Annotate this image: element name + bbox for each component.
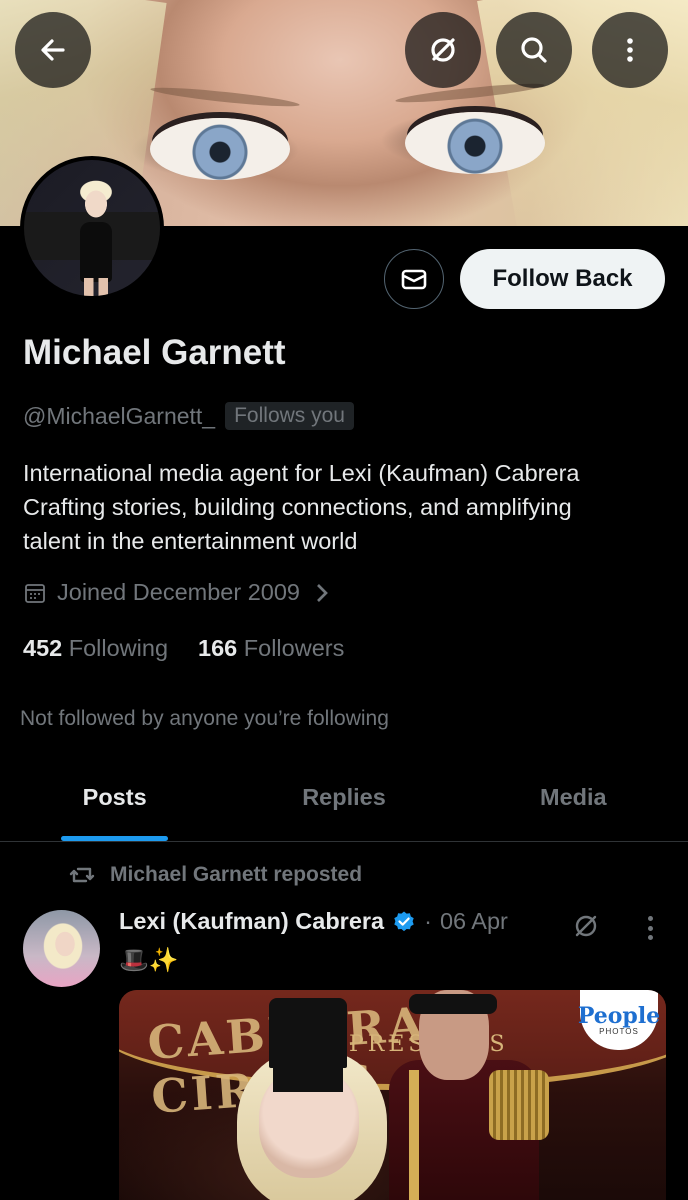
back-button[interactable] [15,12,91,88]
profile-avatar[interactable] [20,156,164,300]
banner-brow-left [149,84,301,110]
post-author-avatar[interactable] [23,910,100,987]
post-text: 🎩✨ [119,947,179,974]
dot [647,916,653,921]
joined-row[interactable]: Joined December 2009 [23,579,334,606]
follows-you-badge: Follows you [225,402,354,430]
chevron-right-icon [317,583,328,602]
more-button[interactable] [592,12,668,88]
search-button[interactable] [496,12,572,88]
active-tab-indicator [61,836,168,841]
banner-eye-left [150,118,290,180]
tab-label: Replies [302,784,386,810]
calendar-icon [25,583,45,603]
post-header: Lexi (Kaufman) Cabrera · 06 Apr [119,908,508,935]
repost-label: Michael Garnett reposted [110,863,363,886]
post-date[interactable]: 06 Apr [440,908,508,935]
repost-icon [69,867,95,883]
envelope-icon [401,269,427,290]
banner-eye-right [405,112,545,174]
avatar-legs [84,278,108,296]
bio-line: International media agent for Lexi (Kauf… [23,460,580,486]
profile-handle: @MichaelGarnett_ [23,402,216,429]
message-button[interactable] [384,249,444,309]
coat-trim [409,1070,419,1200]
followers-label: Followers [243,635,345,661]
post-media-image[interactable]: CABRERA CIRCUS PRESENTS People PHOTOS [119,990,666,1200]
bio-line: Crafting stories, building connections, … [23,494,572,520]
repost-header[interactable]: Michael Garnett reposted [68,861,362,889]
followers-stat[interactable]: 166 Followers [198,635,344,662]
photos-logo-text: PHOTOS [599,1026,639,1036]
dot [647,925,653,931]
grok-icon [431,38,455,62]
profile-name: Michael Garnett [23,333,286,372]
handle-row: @MichaelGarnett_ Follows you [23,402,354,430]
post-separator: · [424,908,432,934]
grok-icon [575,915,597,937]
tab-label: Media [540,784,607,810]
top-hat [269,998,347,1068]
people-logo-text: People [577,1002,661,1029]
profile-tabs: Posts Replies Media [0,770,688,842]
arrow-left-icon [41,39,65,61]
follow-back-button[interactable]: Follow Back [460,249,665,309]
tab-media[interactable]: Media [459,770,688,841]
followers-count: 166 [198,635,238,661]
follow-stats: 452 Following 166 Followers [23,635,344,662]
following-count: 452 [23,635,63,661]
following-label: Following [68,635,169,661]
search-icon [521,37,547,63]
mutual-followers-note: Not followed by anyone you’re following [20,707,389,730]
more-vertical-icon [627,38,633,62]
avatar-figure [80,222,112,282]
tab-replies[interactable]: Replies [229,770,458,841]
grok-button[interactable] [405,12,481,88]
post-more-button[interactable] [640,912,660,944]
person-face-left [259,1068,359,1178]
post-grok-button[interactable] [570,910,602,942]
following-stat[interactable]: 452 Following [23,635,168,662]
profile-bio: International media agent for Lexi (Kauf… [23,456,668,558]
sunglasses [409,994,497,1014]
tab-label: Posts [82,784,147,810]
verified-badge-icon [394,911,414,931]
dot [647,935,653,940]
post-author-name[interactable]: Lexi (Kaufman) Cabrera [119,908,384,935]
bio-line: talent in the entertainment world [23,528,358,554]
joined-date: Joined December 2009 [57,579,300,605]
epaulet [489,1070,549,1140]
tab-posts[interactable]: Posts [0,770,229,841]
